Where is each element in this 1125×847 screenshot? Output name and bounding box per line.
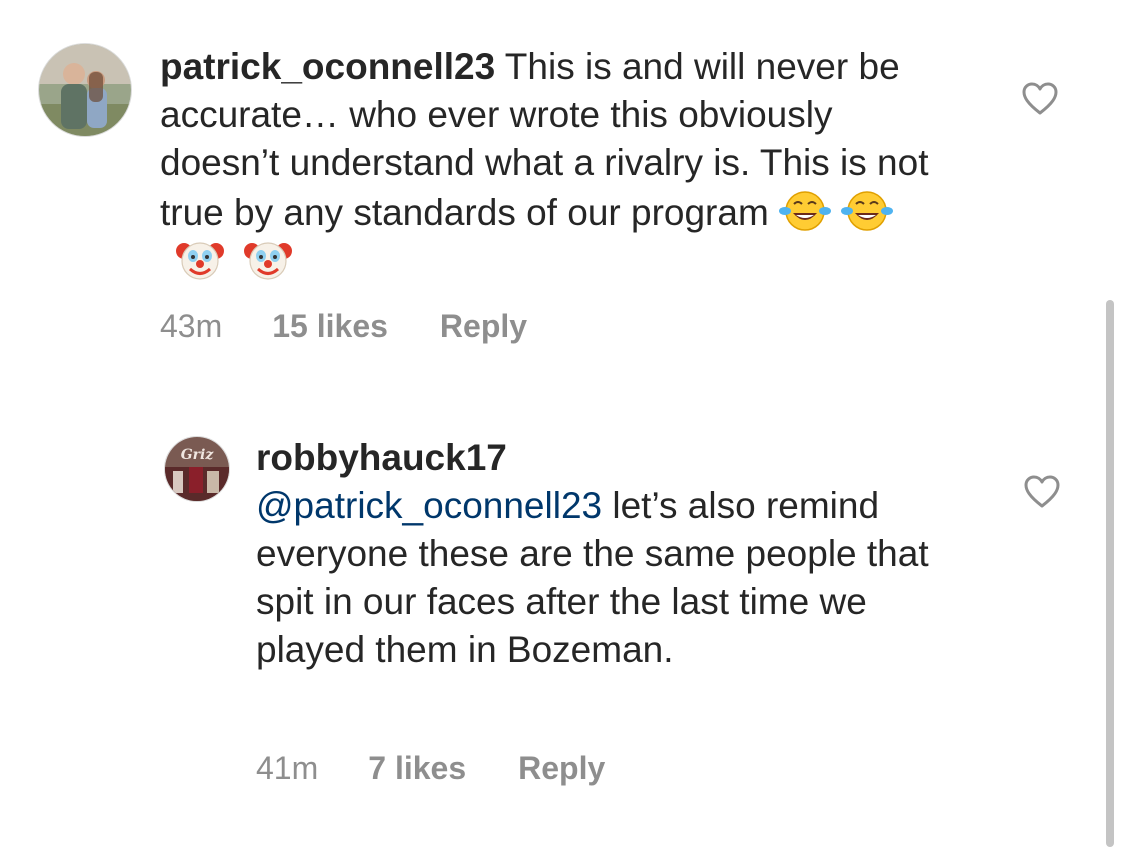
reply-button[interactable]: Reply <box>440 308 527 345</box>
svg-text:Griz: Griz <box>181 447 215 463</box>
comment-username[interactable]: robbyhauck17 <box>256 437 507 478</box>
mention-link[interactable]: @patrick_oconnell23 <box>256 485 602 526</box>
like-heart-icon[interactable] <box>1022 82 1058 116</box>
comment-timestamp: 43m <box>160 308 223 344</box>
avatar[interactable]: Griz <box>164 436 230 502</box>
comment-likes[interactable]: 7 likes <box>368 750 466 787</box>
comment-meta: 41m 7 likes Reply <box>256 750 605 787</box>
like-heart-icon[interactable] <box>1024 475 1060 509</box>
comment-text: patrick_oconnell23 This is and will neve… <box>160 43 960 287</box>
comment-username[interactable]: patrick_oconnell23 <box>160 46 495 87</box>
reply-comment-text: robbyhauck17 @patrick_oconnell23 let’s al… <box>256 434 966 674</box>
comment-likes[interactable]: 15 likes <box>272 308 388 345</box>
comment-meta: 43m 15 likes Reply <box>160 308 527 345</box>
clown-face-icon <box>174 237 226 281</box>
clown-face-icon <box>242 237 294 281</box>
avatar[interactable] <box>38 43 132 137</box>
comment-timestamp: 41m <box>256 750 319 786</box>
scrollbar[interactable] <box>1106 300 1114 847</box>
reply-button[interactable]: Reply <box>518 750 605 787</box>
face-with-tears-of-joy-icon <box>841 187 894 231</box>
face-with-tears-of-joy-icon <box>779 187 832 231</box>
